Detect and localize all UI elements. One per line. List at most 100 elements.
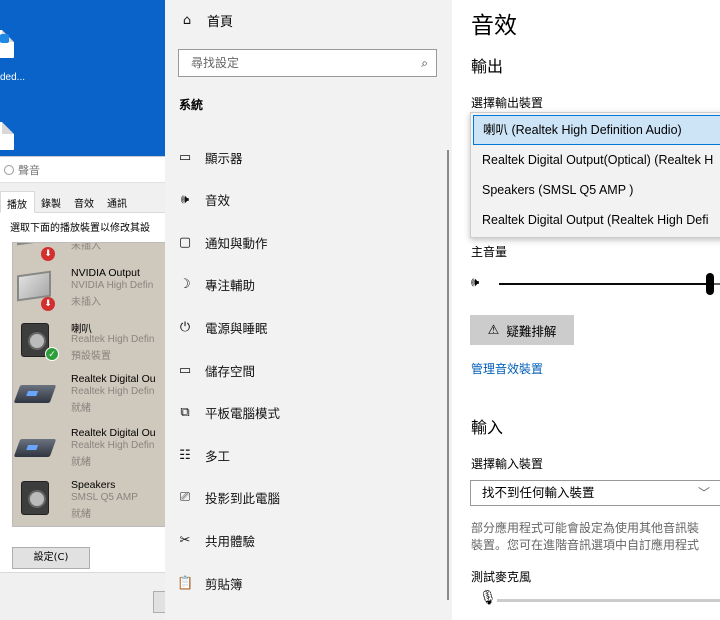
- nav-scrollbar[interactable]: [447, 150, 449, 600]
- unplugged-icon: ⬇: [41, 247, 55, 261]
- settings-nav: ⌂ 首頁 尋找設定 ⌕ 系統 ▭ 顯示器 🕪 音效 ▢ 通知與動作 ☽ 專注輔助 ⏻ 電源與睡眠 ▭…: [165, 0, 452, 620]
- list-item[interactable]: Realtek Digital Ou Realtek High Defin 就緒: [13, 373, 165, 423]
- power-icon: ⏻: [179, 319, 191, 335]
- input-device-label: 選擇輸入裝置: [471, 457, 544, 471]
- sidebar-item-label: 共用體驗: [205, 533, 256, 549]
- sidebar-item-label: 剪貼簿: [205, 576, 243, 592]
- input-note-line: 裝置。您可在進階音訊選項中自訂應用程式: [471, 538, 700, 552]
- sidebar-item-1[interactable]: 🕪 音效: [177, 189, 230, 211]
- tab-sounds[interactable]: 音效: [68, 191, 101, 212]
- volume-thumb[interactable]: [705, 273, 714, 295]
- input-device-value: 找不到任何輸入裝置: [482, 485, 595, 500]
- sidebar-item-7[interactable]: ☷ 多工: [177, 444, 230, 466]
- tab-playback[interactable]: 播放: [0, 191, 35, 213]
- list-item[interactable]: ⬇ 未插入: [13, 242, 165, 261]
- nav-home-label: 首頁: [207, 14, 234, 30]
- sidebar-item-label: 通知與動作: [205, 235, 268, 251]
- dialog-button-partial[interactable]: [153, 591, 165, 613]
- sidebar-item-3[interactable]: ☽ 專注輔助: [177, 274, 255, 296]
- input-device-dropdown[interactable]: 找不到任何輸入裝置 ﹀: [470, 480, 720, 506]
- sidebar-item-2[interactable]: ▢ 通知與動作: [177, 231, 268, 253]
- storage-icon: ▭: [178, 362, 192, 378]
- troubleshoot-button[interactable]: ⚠ 疑難排解: [470, 315, 574, 345]
- device-status: 就緒: [71, 403, 91, 414]
- device-driver: NVIDIA High Defin: [71, 280, 154, 291]
- dialog-titlebar[interactable]: 聲音: [0, 157, 165, 183]
- unplugged-icon: ⬇: [41, 297, 55, 311]
- output-option[interactable]: Realtek Digital Output (Realtek High Def…: [471, 205, 720, 235]
- device-name: Realtek Digital Ou: [71, 427, 156, 439]
- device-driver: SMSL Q5 AMP: [71, 492, 138, 503]
- volume-track[interactable]: [499, 283, 720, 285]
- input-note: 部分應用程式可能會設定為使用其他音訊裝 裝置。您可在進階音訊選項中自訂應用程式: [471, 520, 720, 554]
- list-item[interactable]: Realtek Digital Ou Realtek High Defin 就緒: [13, 427, 165, 477]
- share-icon: ✂: [179, 532, 191, 548]
- sidebar-item-6[interactable]: ⧉ 平板電腦模式: [177, 402, 280, 424]
- dialog-body: 選取下面的播放裝置以修改其設 ⬇ 未插入 ⬇ NVIDIA Output NVI…: [0, 213, 165, 573]
- sidebar-item-label: 電源與睡眠: [205, 320, 268, 336]
- project-icon: ⎚: [179, 490, 191, 506]
- monitor-icon: ▭: [178, 149, 192, 165]
- tab-communications[interactable]: 通訊: [101, 191, 134, 212]
- master-volume-slider[interactable]: 🕪: [471, 272, 720, 296]
- multitask-icon: ☷: [179, 447, 191, 463]
- tab-recording[interactable]: 錄製: [35, 191, 68, 212]
- search-input[interactable]: 尋找設定 ⌕: [178, 49, 437, 77]
- troubleshoot-label: 疑難排解: [506, 323, 557, 339]
- sidebar-item-4[interactable]: ⏻ 電源與睡眠: [177, 316, 268, 338]
- sound-icon: [4, 164, 14, 175]
- search-icon: ⌕: [421, 56, 428, 70]
- digital-output-icon: [13, 385, 57, 403]
- dialog-tabs: 播放 錄製 音效 通訊: [0, 191, 165, 213]
- device-list[interactable]: ⬇ 未插入 ⬇ NVIDIA Output NVIDIA High Defin …: [12, 242, 165, 527]
- configure-button[interactable]: 設定(C): [12, 547, 90, 569]
- sidebar-item-5[interactable]: ▭ 儲存空間: [177, 359, 255, 381]
- clipboard-icon: 📋: [177, 575, 194, 591]
- sidebar-item-0[interactable]: ▭ 顯示器: [177, 146, 243, 168]
- device-status: 就緒: [71, 509, 91, 520]
- nav-section-title: 系統: [179, 98, 204, 112]
- notification-icon: ▢: [178, 234, 192, 250]
- sound-dialog: 聲音 播放 錄製 音效 通訊 選取下面的播放裝置以修改其設 ⬇ 未插入 ⬇ NV…: [0, 156, 165, 620]
- dialog-title: 聲音: [18, 163, 40, 177]
- sidebar-item-8[interactable]: ⎚ 投影到此電腦: [177, 487, 280, 509]
- sound-settings-page: 音效 輸出 選擇輸出裝置 喇叭 (Realtek High Definition…: [452, 0, 720, 620]
- device-name: NVIDIA Output: [71, 267, 140, 279]
- list-item[interactable]: ⬇ NVIDIA Output NVIDIA High Defin 未插入: [13, 267, 165, 317]
- sidebar-item-label: 音效: [205, 193, 231, 209]
- warning-icon: ⚠: [487, 322, 500, 338]
- list-item[interactable]: ✓ 喇叭 Realtek High Defin 預設裝置: [13, 321, 165, 371]
- speaker-icon: 🕪: [471, 275, 480, 290]
- manage-devices-link[interactable]: 管理音效裝置: [471, 360, 543, 377]
- output-option[interactable]: Realtek Digital Output(Optical) (Realtek…: [471, 145, 720, 175]
- dialog-instruction: 選取下面的播放裝置以修改其設: [10, 223, 150, 234]
- desktop-icon-label: ded...: [0, 72, 26, 83]
- list-item[interactable]: Speakers SMSL Q5 AMP 就緒: [13, 479, 165, 526]
- sidebar-item-10[interactable]: 📋 剪貼簿: [177, 572, 243, 594]
- tablet-icon: ⧉: [180, 405, 190, 421]
- mic-level-track: [497, 599, 720, 602]
- output-option[interactable]: 喇叭 (Realtek High Definition Audio): [473, 115, 720, 145]
- device-status: 預設裝置: [71, 351, 111, 362]
- device-status: 未插入: [71, 242, 101, 252]
- sidebar-item-label: 儲存空間: [205, 363, 256, 379]
- output-device-dropdown[interactable]: 喇叭 (Realtek High Definition Audio) Realt…: [470, 112, 720, 238]
- sidebar-item-9[interactable]: ✂ 共用體驗: [177, 529, 255, 551]
- device-name: Realtek Digital Ou: [71, 373, 156, 385]
- device-status: 未插入: [71, 297, 101, 308]
- output-device-label: 選擇輸出裝置: [471, 96, 544, 110]
- output-heading: 輸出: [471, 57, 504, 76]
- device-status: 就緒: [71, 457, 91, 468]
- moon-icon: ☽: [179, 277, 191, 293]
- sidebar-item-label: 平板電腦模式: [205, 406, 281, 422]
- sidebar-item-label: 顯示器: [205, 150, 243, 166]
- nav-home[interactable]: ⌂ 首頁: [179, 10, 233, 30]
- sidebar-item-label: 專注輔助: [205, 278, 256, 294]
- input-note-line: 部分應用程式可能會設定為使用其他音訊裝: [471, 521, 700, 535]
- default-check-icon: ✓: [45, 347, 59, 361]
- sidebar-item-label: 多工: [205, 448, 231, 464]
- input-heading: 輸入: [471, 418, 504, 437]
- page-title: 音效: [471, 13, 517, 39]
- output-option[interactable]: Speakers (SMSL Q5 AMP ): [471, 175, 720, 205]
- digital-output-icon: [13, 439, 57, 457]
